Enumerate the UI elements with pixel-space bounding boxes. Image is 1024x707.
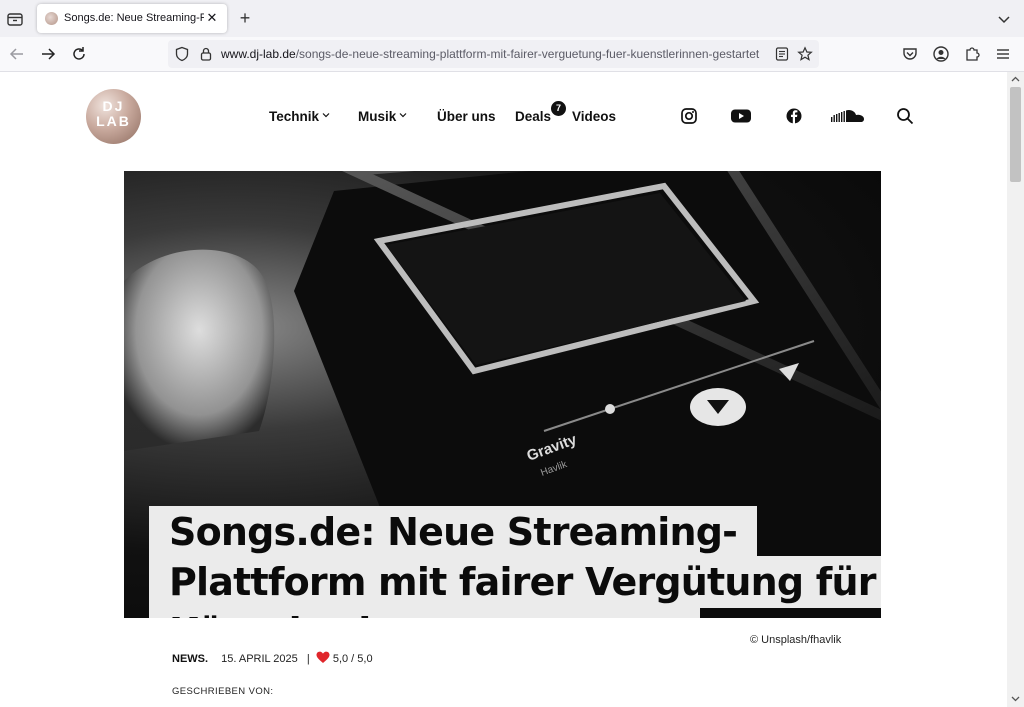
article-title-line-1: Songs.de: Neue Streaming- [149, 506, 758, 558]
chevron-down-icon[interactable] [994, 9, 1014, 29]
deals-count-badge: 7 [551, 101, 566, 116]
article-title-line-3: Künstler:innen gestartet [149, 606, 700, 618]
youtube-icon[interactable] [730, 107, 752, 127]
tab-title: Songs.de: Neue Streaming-Platt [64, 12, 204, 24]
reload-icon[interactable] [69, 44, 89, 64]
article-meta: NEWS. 15. APRIL 2025 | 5,0 / 5,0 [172, 651, 373, 667]
article-title-line-2: Plattform mit fairer Vergütung für [149, 556, 881, 608]
soundcloud-icon[interactable] [830, 107, 866, 127]
url-domain: www.dj-lab.de [221, 47, 296, 61]
menu-item-technik[interactable]: Technik [269, 108, 330, 126]
facebook-icon[interactable] [785, 107, 803, 127]
lock-icon[interactable] [198, 46, 214, 62]
forward-arrow-icon[interactable] [38, 44, 58, 64]
extensions-icon[interactable] [962, 44, 982, 64]
bookmark-star-icon[interactable] [797, 46, 813, 62]
chevron-down-icon [399, 113, 407, 118]
written-by-label: GESCHRIEBEN VON: [172, 686, 274, 697]
web-page: DJ LAB Technik Musik Über uns Deals Vide… [0, 72, 1007, 707]
tab-list-icon[interactable] [5, 9, 25, 29]
address-bar[interactable]: www.dj-lab.de/songs-de-neue-streaming-pl… [168, 40, 819, 68]
chevron-down-icon [322, 113, 330, 118]
article-rating: 5,0 / 5,0 [332, 653, 373, 665]
image-credit: © Unsplash/fhavlik [750, 634, 842, 646]
article-category-link[interactable]: NEWS. [172, 653, 208, 665]
close-tab-icon[interactable]: ✕ [203, 9, 221, 27]
pocket-icon[interactable] [900, 44, 920, 64]
menu-item-musik[interactable]: Musik [358, 108, 407, 126]
heart-icon [316, 651, 330, 667]
search-icon[interactable] [896, 107, 914, 127]
hamburger-menu-icon[interactable] [993, 44, 1013, 64]
scroll-thumb[interactable] [1010, 87, 1021, 182]
instagram-icon[interactable] [680, 107, 698, 127]
site-favicon-icon [45, 12, 58, 25]
new-tab-icon[interactable]: + [235, 8, 255, 28]
hero-image[interactable]: Gravity Havlik Songs.de: Neue Streaming-… [124, 171, 881, 618]
menu-label-musik: Musik [358, 109, 397, 124]
meta-separator: | [306, 653, 310, 665]
browser-tab-bar: Songs.de: Neue Streaming-Platt ✕ + [0, 0, 1024, 37]
account-icon[interactable] [931, 44, 951, 64]
article-date: 15. APRIL 2025 [221, 653, 298, 665]
shield-icon[interactable] [174, 46, 190, 62]
browser-tab-active[interactable]: Songs.de: Neue Streaming-Platt ✕ [37, 4, 227, 33]
menu-label-technik: Technik [269, 109, 320, 124]
back-arrow-icon[interactable] [7, 44, 27, 64]
url-text[interactable]: www.dj-lab.de/songs-de-neue-streaming-pl… [221, 47, 771, 61]
scroll-down-icon[interactable] [1011, 694, 1020, 703]
menu-item-videos[interactable]: Videos [572, 108, 616, 126]
browser-nav-bar: www.dj-lab.de/songs-de-neue-streaming-pl… [0, 37, 1024, 72]
url-path: /songs-de-neue-streaming-plattform-mit-f… [295, 47, 760, 61]
menu-item-ueber-uns[interactable]: Über uns [437, 108, 496, 126]
scroll-up-icon[interactable] [1011, 75, 1020, 84]
page-scrollbar[interactable] [1007, 72, 1024, 707]
reader-view-icon[interactable] [774, 46, 790, 62]
menu-item-deals[interactable]: Deals [515, 108, 551, 126]
